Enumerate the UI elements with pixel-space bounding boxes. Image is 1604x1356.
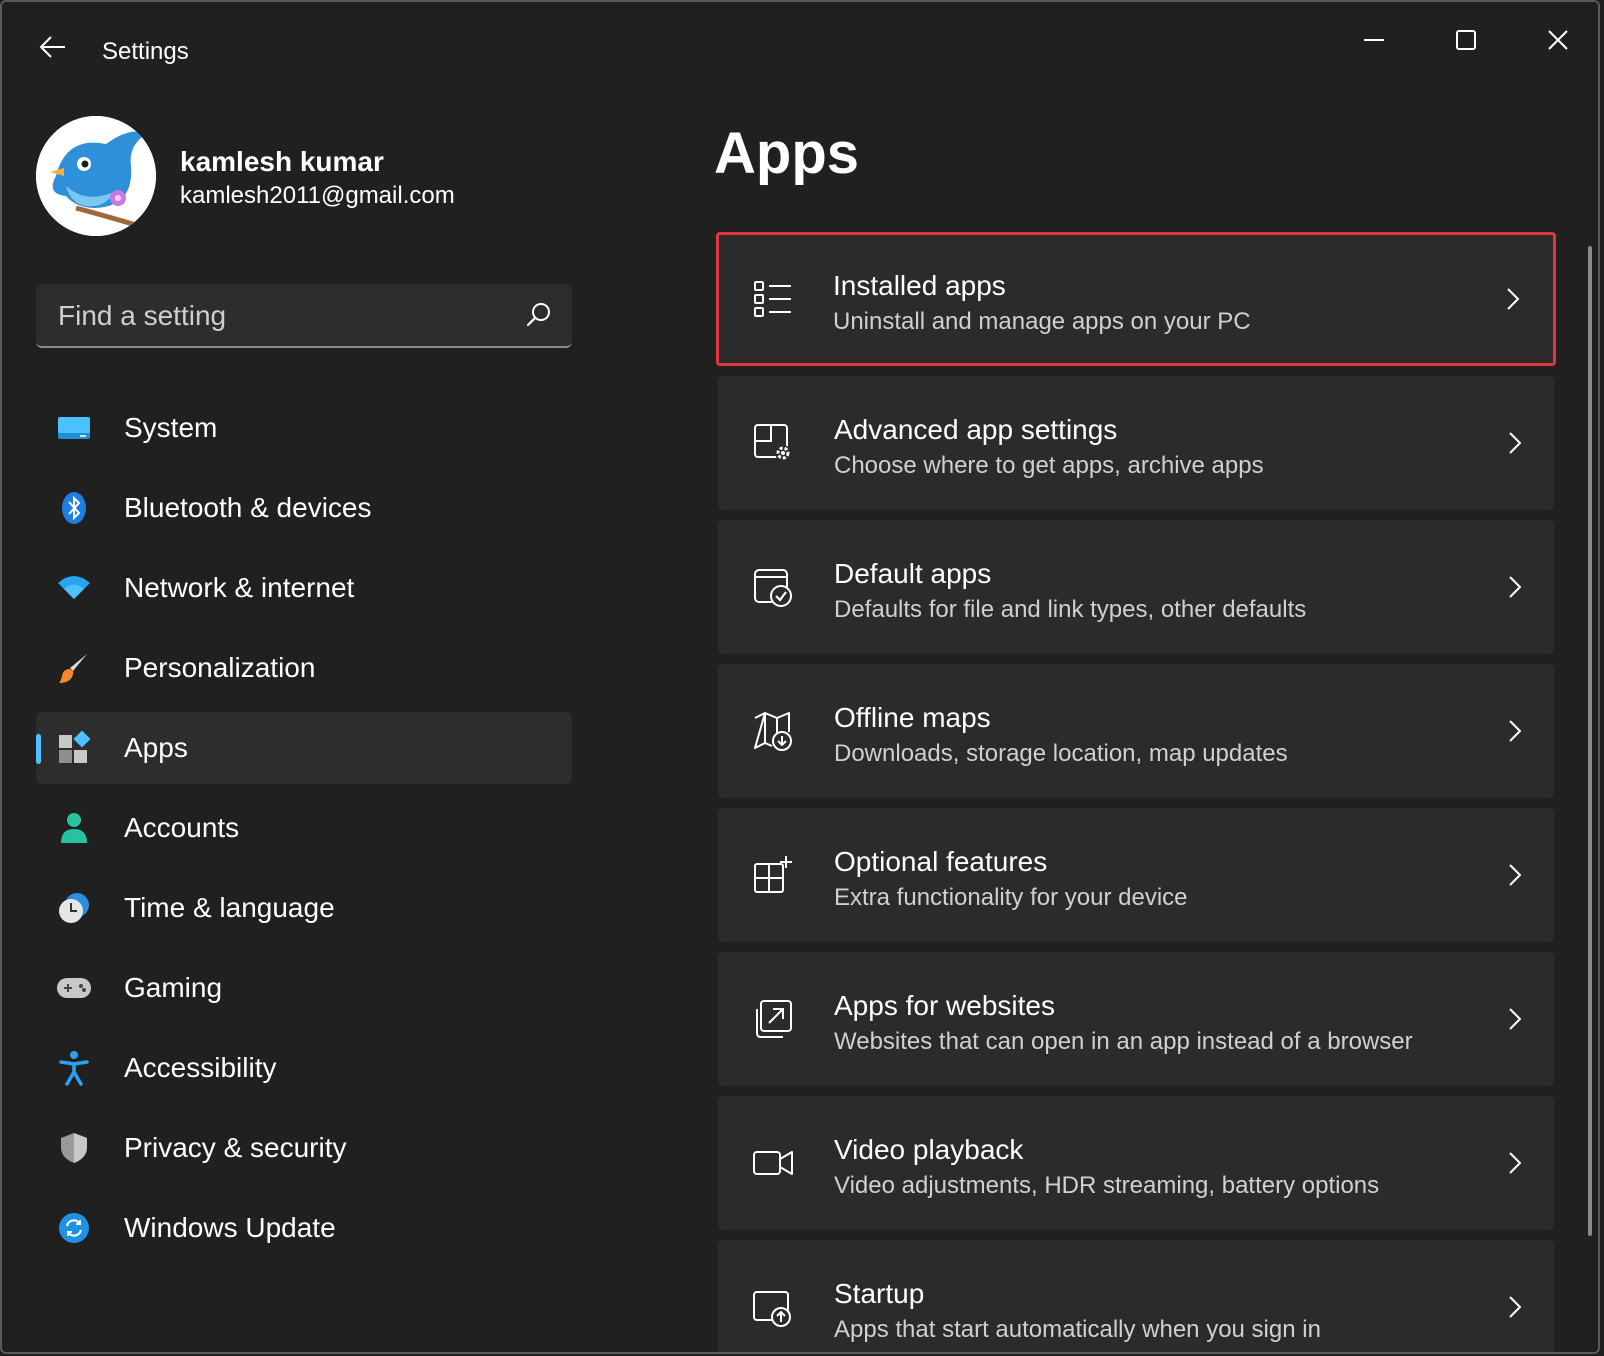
- window-title: Settings: [102, 38, 189, 65]
- card-subtitle: Video adjustments, HDR streaming, batter…: [834, 1172, 1380, 1199]
- sidebar-item-label: Privacy & security: [124, 1132, 347, 1163]
- card-video-playback[interactable]: Video playback Video adjustments, HDR st…: [718, 1096, 1554, 1230]
- search-input[interactable]: [56, 284, 500, 348]
- chevron-right-icon: [1509, 720, 1522, 742]
- bird-avatar-icon: [36, 116, 156, 236]
- accounts-icon: [56, 810, 92, 846]
- sidebar-item-label: Network & internet: [124, 572, 355, 603]
- card-title: Advanced app settings: [834, 414, 1118, 445]
- card-subtitle: Apps that start automatically when you s…: [834, 1316, 1321, 1343]
- search-icon[interactable]: [522, 298, 556, 332]
- page-title: Apps: [714, 121, 859, 186]
- sidebar-item-accessibility[interactable]: Accessibility: [36, 1032, 572, 1104]
- card-subtitle: Defaults for file and link types, other …: [834, 596, 1307, 623]
- chevron-right-icon: [1509, 864, 1522, 886]
- startup-icon: [753, 1291, 791, 1327]
- card-title: Default apps: [834, 558, 992, 589]
- chevron-right-icon: [1507, 288, 1520, 310]
- sidebar-item-label: Windows Update: [124, 1212, 336, 1243]
- gamepad-icon: [56, 970, 92, 1006]
- sidebar-nav: System Bluetooth & devices Network & int…: [36, 392, 572, 1272]
- card-subtitle: Uninstall and manage apps on your PC: [833, 308, 1251, 335]
- wifi-icon: [56, 570, 92, 606]
- list-icon: [754, 281, 791, 317]
- minimize-button[interactable]: [1344, 18, 1404, 62]
- sidebar-item-label: Apps: [124, 732, 188, 763]
- sidebar-item-bluetooth[interactable]: Bluetooth & devices: [36, 472, 572, 544]
- search-box[interactable]: [36, 284, 572, 348]
- sidebar-item-label: Accessibility: [124, 1052, 277, 1083]
- map-download-icon: [754, 712, 792, 751]
- settings-window: Settings kamlesh kumar kamlesh2011@gmail…: [0, 0, 1600, 1354]
- card-advanced-app-settings[interactable]: Advanced app settings Choose where to ge…: [718, 376, 1554, 510]
- close-icon: [1548, 30, 1568, 50]
- card-apps-for-websites[interactable]: Apps for websites Websites that can open…: [718, 952, 1554, 1086]
- sidebar-item-network[interactable]: Network & internet: [36, 552, 572, 624]
- maximize-button[interactable]: [1436, 18, 1496, 62]
- sidebar-item-label: Bluetooth & devices: [124, 492, 372, 523]
- settings-card-list: Installed apps Uninstall and manage apps…: [716, 232, 1556, 1352]
- clock-globe-icon: [56, 890, 92, 926]
- apps-gear-icon: [754, 424, 791, 461]
- sidebar-item-personalization[interactable]: Personalization: [36, 632, 572, 704]
- sidebar-item-system[interactable]: System: [36, 392, 572, 464]
- back-arrow-icon: [39, 36, 65, 58]
- video-camera-icon: [753, 1151, 793, 1175]
- sidebar-item-gaming[interactable]: Gaming: [36, 952, 572, 1024]
- card-title: Startup: [834, 1278, 925, 1309]
- sidebar-item-label: Gaming: [124, 972, 223, 1003]
- avatar[interactable]: [36, 116, 156, 236]
- shield-icon: [56, 1130, 92, 1166]
- system-icon: [56, 410, 92, 446]
- chevron-right-icon: [1509, 1008, 1522, 1030]
- card-subtitle: Extra functionality for your device: [834, 884, 1188, 911]
- card-title: Optional features: [834, 846, 1048, 877]
- brush-icon: [56, 650, 92, 686]
- sidebar-item-label: Accounts: [124, 812, 240, 843]
- chevron-right-icon: [1509, 1152, 1522, 1174]
- open-external-icon: [756, 1000, 792, 1038]
- sidebar-item-privacy-security[interactable]: Privacy & security: [36, 1112, 572, 1184]
- card-optional-features[interactable]: Optional features Extra functionality fo…: [718, 808, 1554, 942]
- default-apps-check-icon: [754, 569, 792, 607]
- sidebar-item-label: System: [124, 412, 218, 443]
- user-email: kamlesh2011@gmail.com: [180, 182, 455, 209]
- card-title: Installed apps: [833, 270, 1006, 301]
- apps-icon: [56, 730, 92, 766]
- card-title: Offline maps: [834, 702, 991, 733]
- sidebar-item-time-language[interactable]: Time & language: [36, 872, 572, 944]
- grid-plus-icon: [754, 856, 792, 893]
- scrollbar[interactable]: [1588, 246, 1592, 1236]
- card-subtitle: Choose where to get apps, archive apps: [834, 452, 1264, 479]
- chevron-right-icon: [1509, 576, 1522, 598]
- card-default-apps[interactable]: Default apps Defaults for file and link …: [718, 520, 1554, 654]
- card-title: Apps for websites: [834, 990, 1055, 1021]
- back-button[interactable]: [36, 30, 70, 64]
- sidebar-item-label: Personalization: [124, 652, 316, 683]
- minimize-icon: [1364, 39, 1384, 41]
- card-subtitle: Downloads, storage location, map updates: [834, 740, 1288, 767]
- accessibility-icon: [56, 1050, 92, 1086]
- maximize-icon: [1456, 30, 1476, 50]
- sidebar-item-apps[interactable]: Apps: [36, 712, 572, 784]
- update-icon: [56, 1210, 92, 1246]
- chevron-right-icon: [1509, 1296, 1522, 1318]
- bluetooth-icon: [56, 490, 92, 526]
- chevron-right-icon: [1509, 432, 1522, 454]
- close-button[interactable]: [1528, 18, 1588, 62]
- card-subtitle: Websites that can open in an app instead…: [834, 1028, 1413, 1055]
- card-installed-apps[interactable]: Installed apps Uninstall and manage apps…: [716, 232, 1556, 366]
- sidebar-item-windows-update[interactable]: Windows Update: [36, 1192, 572, 1264]
- card-title: Video playback: [834, 1134, 1024, 1165]
- sidebar-item-label: Time & language: [124, 892, 335, 923]
- card-offline-maps[interactable]: Offline maps Downloads, storage location…: [718, 664, 1554, 798]
- card-startup[interactable]: Startup Apps that start automatically wh…: [718, 1240, 1554, 1352]
- user-name: kamlesh kumar: [180, 146, 384, 177]
- sidebar-item-accounts[interactable]: Accounts: [36, 792, 572, 864]
